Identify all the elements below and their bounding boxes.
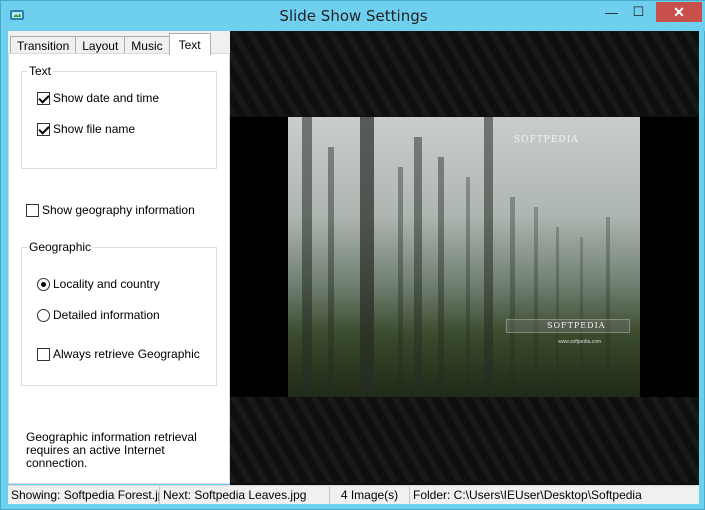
show-geography-option[interactable]: Show geography information [26, 203, 195, 217]
text-groupbox: Text Show date and time Show file name [21, 64, 217, 169]
internet-note: Geographic information retrieval require… [26, 431, 226, 470]
softpedia-url: www.softpedia.com [558, 339, 602, 345]
status-folder: Folder: C:\Users\IEUser\Desktop\Softpedi… [413, 488, 642, 502]
close-button[interactable]: ✕ [656, 2, 702, 22]
locality-country-option[interactable]: Locality and country [37, 277, 160, 291]
preview-photo: SOFTPEDIA SOFTPEDIA www.softpedia.com [288, 117, 640, 397]
softpedia-badge: SOFTPEDIA [506, 319, 630, 333]
show-geography-checkbox[interactable] [26, 203, 39, 217]
internet-note-line2: requires an active Internet connection. [26, 443, 165, 470]
show-date-time-label: Show date and time [53, 91, 160, 105]
geographic-groupbox: Geographic Locality and country Detailed… [21, 240, 217, 386]
status-count: 4 Image(s) [330, 486, 410, 505]
text-tab-panel: Text Show date and time Show file name S… [8, 53, 230, 484]
show-date-time-checkbox[interactable] [37, 91, 50, 105]
detailed-information-label: Detailed information [53, 308, 160, 322]
tab-strip: Transition Layout Music Text [10, 33, 211, 55]
preview-background-bottom [230, 397, 699, 482]
settings-window: Slide Show Settings — ☐ ✕ Transition Lay… [0, 0, 705, 510]
minimize-button[interactable]: — [598, 2, 625, 22]
always-retrieve-label: Always retrieve Geographic [53, 347, 200, 361]
always-retrieve-checkbox[interactable] [37, 347, 50, 361]
locality-country-radio[interactable] [37, 277, 50, 291]
settings-pane: Transition Layout Music Text Text Show d… [8, 31, 230, 484]
always-retrieve-option[interactable]: Always retrieve Geographic [37, 347, 200, 361]
detailed-information-option[interactable]: Detailed information [37, 308, 160, 322]
preview-background-top [230, 31, 699, 116]
show-date-time-option[interactable]: Show date and time [37, 91, 159, 105]
show-file-name-label: Show file name [53, 122, 136, 136]
show-file-name-option[interactable]: Show file name [37, 122, 135, 136]
preview-image-frame: SOFTPEDIA SOFTPEDIA www.softpedia.com [230, 117, 699, 397]
locality-country-label: Locality and country [53, 277, 160, 291]
status-showing: Showing: Softpedia Forest.jpg [8, 486, 160, 505]
maximize-button[interactable]: ☐ [625, 2, 652, 22]
status-bar: Showing: Softpedia Forest.jpg Next: Soft… [8, 485, 699, 505]
softpedia-watermark: SOFTPEDIA [514, 135, 579, 145]
softpedia-badge-text: SOFTPEDIA [547, 321, 606, 330]
slideshow-preview[interactable]: SOFTPEDIA SOFTPEDIA www.softpedia.com [230, 31, 699, 485]
text-group-label: Text [27, 64, 54, 78]
geographic-group-label: Geographic [27, 240, 94, 254]
detailed-information-radio[interactable] [37, 308, 50, 322]
show-file-name-checkbox[interactable] [37, 122, 50, 136]
title-bar[interactable]: Slide Show Settings — ☐ ✕ [1, 1, 705, 31]
show-geography-label: Show geography information [42, 203, 195, 217]
tab-text[interactable]: Text [168, 33, 211, 55]
status-next: Next: Softpedia Leaves.jpg [160, 486, 330, 505]
